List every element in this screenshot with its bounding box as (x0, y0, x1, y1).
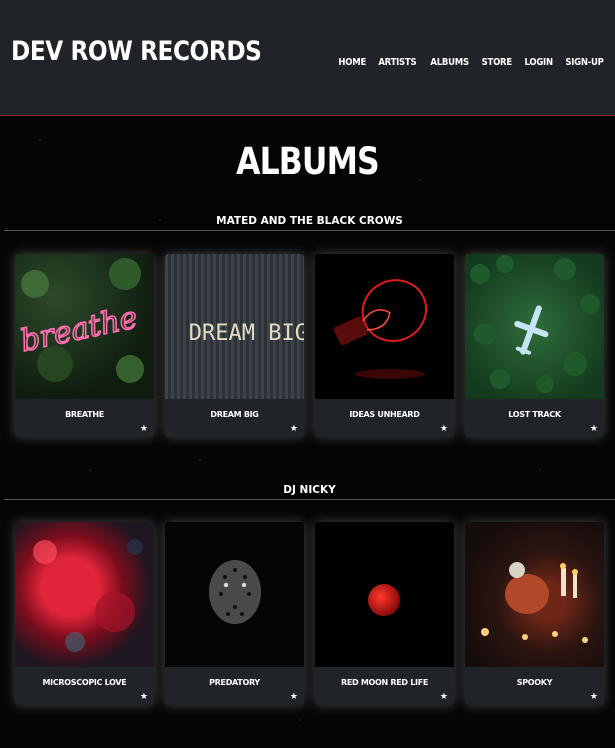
page-title: ALBUMS (236, 140, 380, 183)
star-icon[interactable]: ★ (290, 424, 298, 434)
album-art (315, 522, 454, 667)
star-icon[interactable]: ★ (140, 692, 148, 702)
art-chalk-text: DREAM BIG. (189, 321, 304, 346)
nav-albums[interactable]: ALBUMS (430, 57, 469, 68)
album-card[interactable]: SPOOKY ★ (465, 522, 604, 705)
album-art (165, 522, 304, 667)
album-row: breathe BREATHE ★ DREAM BIG. DREAM BIG ★ (15, 254, 604, 437)
section-title-artist: MATED AND THE BLACK CROWS (4, 215, 615, 231)
album-card[interactable]: PREDATORY ★ (165, 522, 304, 705)
site-logo[interactable]: DEV ROW RECORDS (11, 36, 262, 67)
album-art (15, 522, 154, 667)
star-icon[interactable]: ★ (440, 692, 448, 702)
album-title: DREAM BIG (210, 410, 259, 419)
art-neon-text: breathe (18, 300, 141, 359)
album-card[interactable]: IDEAS UNHEARD ★ (315, 254, 454, 437)
album-art: breathe (15, 254, 154, 399)
site-header: DEV ROW RECORDS HOME ARTISTS ALBUMS STOR… (0, 0, 615, 116)
album-card[interactable]: breathe BREATHE ★ (15, 254, 154, 437)
album-card[interactable]: LOST TRACK ★ (465, 254, 604, 437)
nav-login[interactable]: LOGIN (524, 57, 553, 68)
album-title: BREATHE (65, 410, 104, 419)
section-title-artist: DJ NICKY (4, 484, 615, 500)
album-art (465, 254, 604, 399)
nav-home[interactable]: HOME (338, 57, 366, 68)
album-title: IDEAS UNHEARD (349, 410, 420, 419)
album-art: DREAM BIG. (165, 254, 304, 399)
star-icon[interactable]: ★ (290, 692, 298, 702)
main-nav: HOME ARTISTS ALBUMS STORE LOGIN SIGN-UP (336, 57, 607, 68)
album-art (315, 254, 454, 399)
album-title: MICROSCOPIC LOVE (42, 678, 127, 687)
nav-store[interactable]: STORE (482, 57, 512, 68)
star-icon[interactable]: ★ (440, 424, 448, 434)
nav-artists[interactable]: ARTISTS (379, 57, 417, 68)
album-card[interactable]: DREAM BIG. DREAM BIG ★ (165, 254, 304, 437)
album-title: RED MOON RED LIFE (340, 678, 429, 687)
album-card[interactable]: MICROSCOPIC LOVE ★ (15, 522, 154, 705)
album-title: LOST TRACK (508, 410, 561, 419)
album-card[interactable]: RED MOON RED LIFE ★ (315, 522, 454, 705)
star-icon[interactable]: ★ (590, 692, 598, 702)
star-icon[interactable]: ★ (140, 424, 148, 434)
album-row: MICROSCOPIC LOVE ★ PREDATORY ★ RED MOON … (15, 522, 604, 705)
album-title: SPOOKY (516, 678, 553, 687)
album-art (465, 522, 604, 667)
star-icon[interactable]: ★ (590, 424, 598, 434)
nav-signup[interactable]: SIGN-UP (565, 57, 604, 68)
album-title: PREDATORY (209, 678, 260, 687)
